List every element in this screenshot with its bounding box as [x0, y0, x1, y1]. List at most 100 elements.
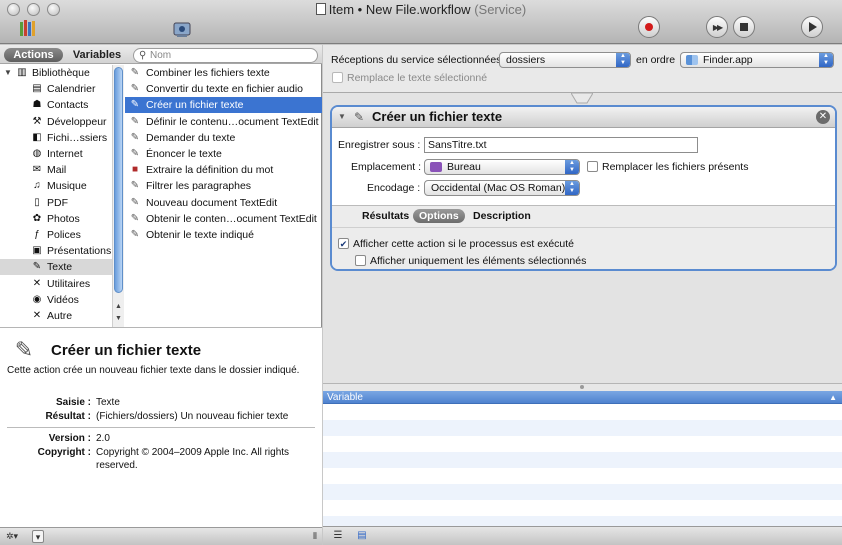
- run-button[interactable]: [801, 16, 823, 38]
- version-value: 2.0: [96, 433, 110, 444]
- library-item[interactable]: ⚒ Développeur: [0, 114, 112, 130]
- remove-action-button[interactable]: ✕: [816, 110, 830, 124]
- search-input[interactable]: [150, 49, 310, 62]
- gear-icon[interactable]: ✲▾: [3, 530, 21, 543]
- library-item[interactable]: ✉ Mail: [0, 162, 112, 178]
- videos-icon: ◉: [32, 293, 42, 305]
- variable-column-header[interactable]: Variable ▲: [323, 391, 842, 404]
- library-item[interactable]: ▯ PDF: [0, 195, 112, 211]
- library-item[interactable]: ▤ Calendrier: [0, 81, 112, 97]
- encoding-label: Encodage :: [367, 182, 421, 194]
- action-item[interactable]: ✎ Filtrer les paragraphes: [125, 178, 322, 194]
- library-item[interactable]: ✕ Autre: [0, 308, 112, 324]
- action-item[interactable]: ✎ Créer un fichier texte: [125, 97, 322, 114]
- library-item[interactable]: ✿ Photos: [0, 211, 112, 227]
- media-icon[interactable]: [172, 20, 192, 38]
- action-card-header[interactable]: ▼ ✎ Créer un fichier texte ✕: [332, 107, 835, 128]
- action-item-label: Convertir du texte en fichier audio: [146, 83, 304, 96]
- location-label: Emplacement :: [351, 161, 422, 173]
- library-item[interactable]: ◍ Internet: [0, 146, 112, 162]
- action-item[interactable]: ✎ Obtenir le texte indiqué: [125, 227, 322, 243]
- pane-splitter[interactable]: [323, 383, 842, 391]
- search-field[interactable]: ⚲: [133, 48, 318, 63]
- library-icon[interactable]: [19, 19, 39, 37]
- show-selected-checkbox[interactable]: [355, 255, 366, 266]
- other-icon: ✕: [32, 310, 42, 321]
- dictionary-icon: ■: [131, 164, 139, 176]
- step-button[interactable]: ▶▶: [706, 16, 728, 38]
- action-item-label: Créer un fichier texte: [146, 99, 244, 112]
- actions-list: ✎ Combiner les fichiers texte ✎ Convertir d…: [125, 65, 322, 327]
- action-item[interactable]: ✎ Combiner les fichiers texte: [125, 65, 322, 81]
- replace-text-label: Remplace le texte sélectionné: [347, 72, 488, 84]
- action-item[interactable]: ✎ Demander du texte: [125, 130, 322, 146]
- library-item[interactable]: ☗ Contacts: [0, 97, 112, 113]
- scroll-down-arrow-icon[interactable]: ▼: [115, 315, 122, 322]
- action-item[interactable]: ✎ Définir le contenu…ocument TextEdit: [125, 114, 322, 130]
- show-selected-label: Afficher uniquement les éléments sélecti…: [370, 255, 587, 267]
- action-item[interactable]: ✎ Nouveau document TextEdit: [125, 195, 322, 211]
- library-item[interactable]: ƒ Polices: [0, 227, 112, 243]
- tab-options[interactable]: Options: [413, 209, 465, 223]
- encoding-popup[interactable]: Occidental (Mac OS Roman) ▲ ▼: [424, 180, 580, 196]
- library-item[interactable]: ◧ Fichi…ssiers: [0, 130, 112, 146]
- tab-actions[interactable]: Actions: [4, 48, 63, 62]
- workflow-pane: Réceptions du service sélectionnées doss…: [323, 45, 842, 545]
- library-item[interactable]: ▼ ▥ Bibliothèque: [0, 65, 112, 81]
- library-item-label: Vidéos: [47, 293, 79, 306]
- receives-popup[interactable]: dossiers ▲ ▼: [499, 52, 631, 68]
- save-as-label: Enregistrer sous :: [338, 139, 421, 151]
- text-action-icon: ✎: [130, 83, 140, 95]
- disclosure-triangle-icon[interactable]: ▼: [338, 112, 346, 121]
- library-item[interactable]: ▣ Présentations: [0, 243, 112, 259]
- scrollbar-thumb[interactable]: [114, 67, 123, 293]
- action-item-label: Nouveau document TextEdit: [146, 196, 278, 209]
- location-popup[interactable]: Bureau ▲ ▼: [424, 159, 580, 175]
- action-item[interactable]: ✎ Obtenir le conten…ocument TextEdit: [125, 211, 322, 227]
- text-action-icon: ✎: [130, 131, 140, 143]
- library-item[interactable]: ✕ Utilitaires: [0, 276, 112, 292]
- action-description-panel: ✎ Créer un fichier texte Cette action cr…: [0, 327, 322, 527]
- variable-column-label: Variable: [327, 392, 363, 403]
- sort-ascending-icon[interactable]: ▲: [829, 391, 837, 404]
- library-item[interactable]: ◉ Vidéos: [0, 292, 112, 308]
- action-item[interactable]: ✎ Convertir du texte en fichier audio: [125, 81, 322, 97]
- stop-button[interactable]: [733, 16, 755, 38]
- text-action-icon: ✎: [130, 99, 140, 111]
- record-button[interactable]: [638, 16, 660, 38]
- document-icon: [315, 3, 326, 15]
- copyright-value: Copyright © 2004–2009 Apple Inc. All rig…: [96, 447, 290, 471]
- copyright-row: Copyright : Copyright © 2004–2009 Apple …: [0, 446, 322, 474]
- workflow-view-icon[interactable]: ▤: [353, 529, 371, 543]
- disclosure-triangle-icon[interactable]: ▼: [4, 65, 12, 81]
- tab-results[interactable]: Résultats: [356, 209, 415, 223]
- action-item-label: Obtenir le texte indiqué: [146, 229, 254, 241]
- fonts-icon: ƒ: [34, 229, 40, 240]
- left-bottom-bar: ✲▾ ▾ ⦀: [0, 527, 322, 545]
- tab-variables[interactable]: Variables: [66, 48, 128, 62]
- music-icon: ♫: [33, 180, 41, 192]
- show-action-label: Afficher cette action si le processus es…: [353, 238, 575, 250]
- library-item[interactable]: ♫ Musique: [0, 178, 112, 194]
- scroll-up-arrow-icon[interactable]: ▲: [115, 303, 122, 310]
- window-title: Item • New File.workflow (Service): [0, 2, 842, 17]
- application-popup[interactable]: Finder.app ▲ ▼: [680, 52, 834, 68]
- text-file-icon: ✎: [354, 110, 365, 124]
- list-view-icon[interactable]: ☰: [329, 529, 347, 543]
- tab-description[interactable]: Description: [467, 209, 537, 223]
- show-action-checkbox[interactable]: ✔: [338, 238, 349, 249]
- action-item[interactable]: ✎ Énoncer le texte: [125, 146, 322, 162]
- window-titlebar: Item • New File.workflow (Service) ▶▶: [0, 0, 842, 44]
- resize-handle-icon[interactable]: ⦀: [311, 530, 319, 543]
- popup-arrows-icon: ▲ ▼: [616, 53, 630, 67]
- replace-files-checkbox[interactable]: [587, 161, 598, 172]
- text-action-icon: ✎: [130, 212, 140, 224]
- library-scrollbar[interactable]: ▲ ▼: [112, 65, 124, 327]
- action-item[interactable]: ■ Extraire la définition du mot: [125, 162, 322, 178]
- library-item-label: Musique: [47, 180, 87, 193]
- library-item[interactable]: ✎ Texte: [0, 259, 112, 276]
- description-toggle-icon[interactable]: ▾: [32, 530, 44, 543]
- presentations-icon: ▣: [32, 245, 42, 257]
- save-as-field[interactable]: SansTitre.txt: [424, 137, 698, 153]
- replace-text-checkbox[interactable]: [332, 72, 343, 83]
